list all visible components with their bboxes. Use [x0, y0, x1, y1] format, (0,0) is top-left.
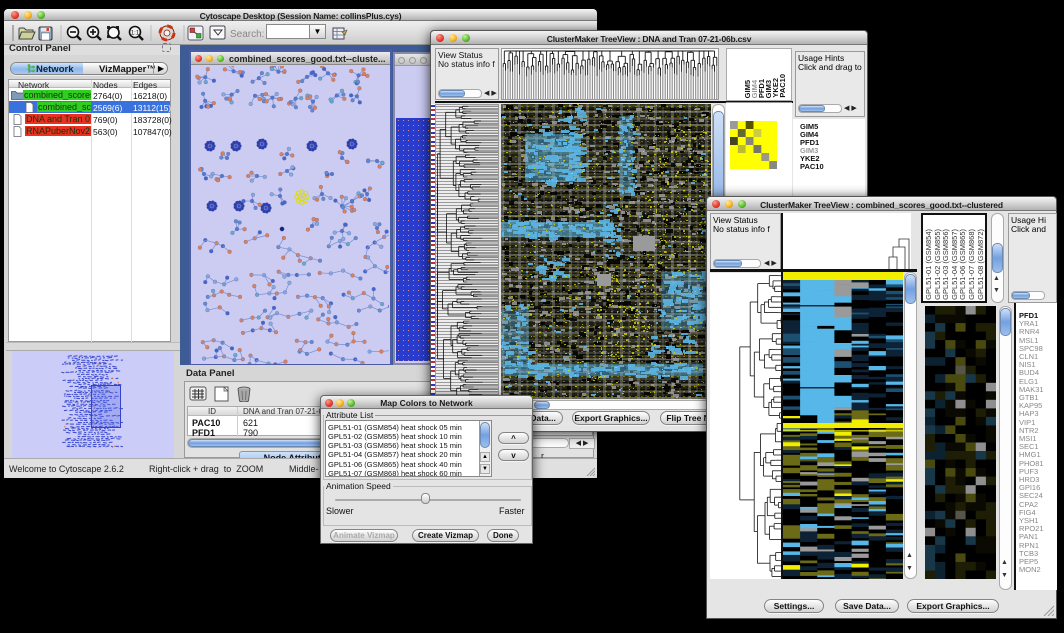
svg-text:Search:: Search: — [230, 29, 264, 40]
svg-text:1:1: 1:1 — [131, 31, 140, 37]
